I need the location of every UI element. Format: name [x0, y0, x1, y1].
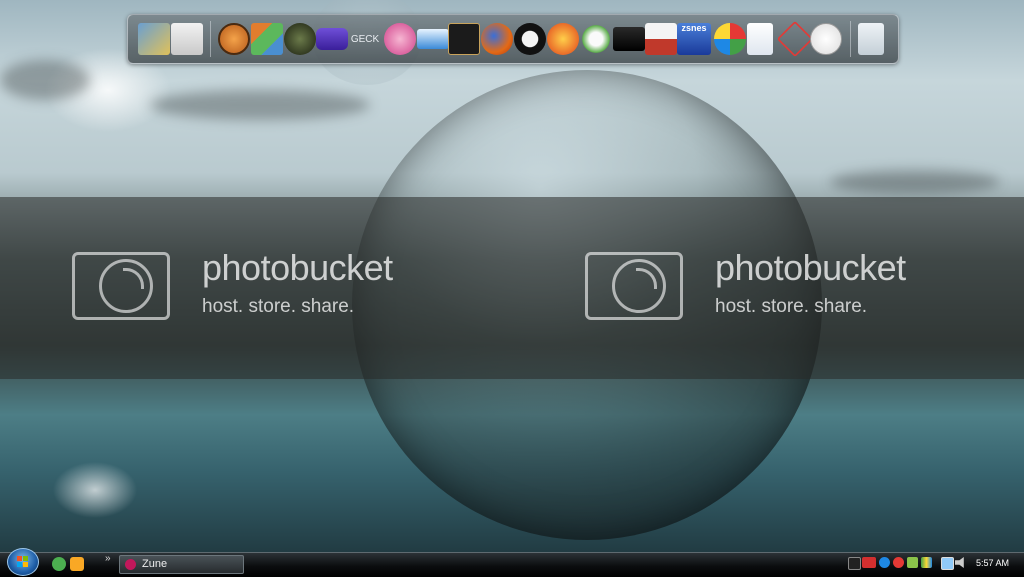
gameboy-advance-icon[interactable] — [316, 28, 348, 50]
network-icon[interactable] — [941, 557, 954, 570]
photobucket-watermark: photobucket host. store. share. — [585, 248, 985, 328]
watermark-brand: photobucket — [202, 247, 393, 288]
tray-app-icon[interactable] — [848, 557, 861, 570]
quicklaunch-overflow-chevron[interactable]: » — [105, 553, 111, 564]
watermark-brand: photobucket — [715, 247, 906, 288]
half-life-icon[interactable] — [218, 23, 250, 55]
p-app-icon[interactable] — [547, 23, 579, 55]
volume-icon[interactable] — [955, 557, 964, 568]
taskbar-button-label: Zune — [142, 558, 168, 570]
wallpaper-cloud — [150, 90, 370, 120]
taskbar-clock[interactable]: 5:57 AM — [976, 558, 1009, 568]
tray-color-icon[interactable] — [921, 557, 932, 568]
zune-icon — [125, 559, 136, 570]
ati-tray-icon[interactable] — [862, 557, 876, 568]
document-icon[interactable] — [747, 23, 773, 55]
shuriken-icon[interactable] — [448, 23, 480, 55]
taskbar-button-zune[interactable]: Zune — [119, 555, 244, 574]
presentation-icon[interactable] — [171, 23, 203, 55]
application-dock: GECK zsnes — [127, 14, 899, 64]
eight-ball-icon[interactable] — [514, 23, 546, 55]
wallpaper-cloud — [0, 60, 90, 100]
geck-icon[interactable]: GECK — [350, 23, 380, 55]
tray-cancel-icon[interactable] — [893, 557, 904, 568]
photobucket-watermark: photobucket host. store. share. — [72, 248, 472, 328]
firefox-icon[interactable] — [481, 23, 513, 55]
dock-separator — [210, 21, 211, 57]
pink-badge-icon[interactable] — [384, 23, 416, 55]
flower-icon[interactable] — [580, 23, 612, 55]
folder-icon[interactable] — [138, 23, 170, 55]
camera-logo-icon — [585, 252, 683, 320]
mfc-icon[interactable] — [251, 23, 283, 55]
famicom-icon[interactable] — [645, 23, 677, 55]
quicklaunch-messenger-icon[interactable] — [52, 557, 66, 571]
m-logo-icon[interactable] — [417, 29, 449, 49]
clock-icon[interactable] — [810, 23, 842, 55]
start-button[interactable] — [7, 548, 39, 576]
gem-icon[interactable] — [776, 20, 814, 58]
tray-check-icon[interactable] — [907, 557, 918, 568]
alien-icon[interactable] — [284, 23, 316, 55]
tray-info-icon[interactable] — [879, 557, 890, 568]
dock-separator — [850, 21, 851, 57]
watermark-tagline: host. store. share. — [715, 296, 868, 317]
zsnes-icon[interactable]: zsnes — [677, 23, 711, 55]
steam-icon[interactable] — [613, 27, 645, 51]
zsnes-label: zsnes — [681, 23, 707, 33]
recycle-bin-icon[interactable] — [858, 23, 884, 55]
wallpaper-cloud — [830, 170, 1000, 194]
camera-logo-icon — [72, 252, 170, 320]
windows-logo-icon — [17, 556, 29, 568]
watermark-tagline: host. store. share. — [202, 296, 355, 317]
xbox-icon[interactable] — [714, 23, 746, 55]
quicklaunch-aim-icon[interactable] — [70, 557, 84, 571]
